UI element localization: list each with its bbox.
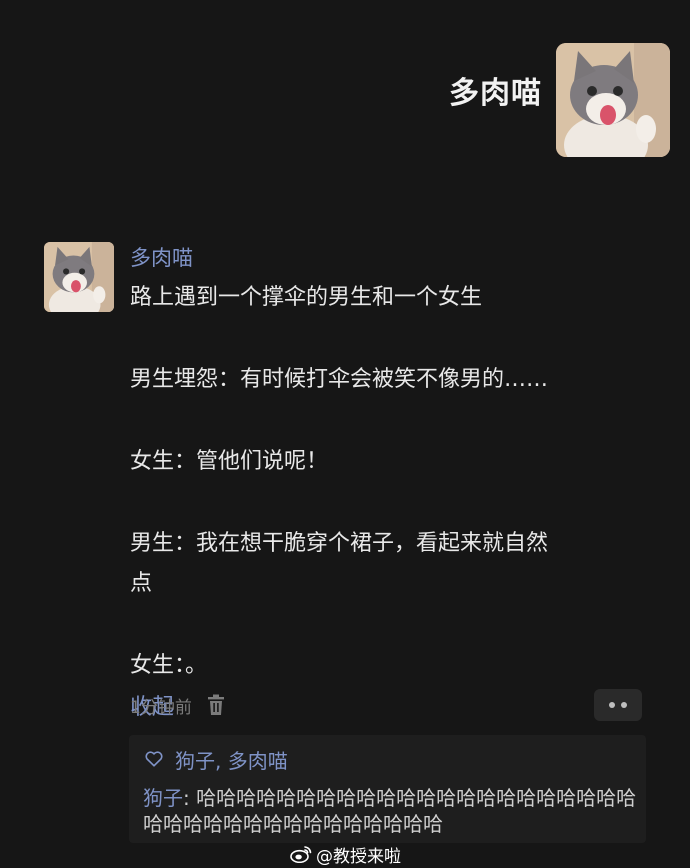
header-avatar[interactable] — [556, 43, 670, 157]
reply-separator: : — [183, 786, 197, 810]
post-author-name[interactable]: 多肉喵 — [130, 238, 650, 278]
post-line: 女生：。 — [130, 653, 208, 678]
weibo-icon — [290, 846, 312, 863]
header-username: 多肉喵 — [449, 76, 542, 111]
post-line: 路上遇到一个撑伞的男生和一个女生 — [130, 285, 483, 310]
post-line: 男生：我在想干脆穿个裙子，看起来就自然 — [130, 531, 549, 556]
cat-avatar-icon — [556, 43, 670, 157]
likes-names[interactable]: 狗子, 多肉喵 — [175, 745, 288, 774]
more-dots-icon — [621, 702, 627, 708]
cat-avatar-icon — [44, 242, 114, 312]
post-line: 女生：管他们说呢！ — [130, 449, 329, 474]
post-timestamp: 1分钟前 — [130, 697, 192, 718]
post-line: 点 — [130, 571, 153, 596]
heart-icon[interactable] — [145, 750, 163, 768]
more-options-button[interactable] — [594, 689, 642, 721]
post-author-avatar[interactable] — [44, 242, 114, 312]
post-body: 多肉喵 路上遇到一个撑伞的男生和一个女生 男生埋怨：有时候打伞会被笑不像男的……… — [130, 238, 650, 728]
watermark-text: @教授来啦 — [316, 846, 401, 867]
weibo-watermark: @教授来啦 — [290, 842, 401, 867]
post-line: 男生埋怨：有时候打伞会被笑不像男的…… — [130, 367, 549, 392]
more-dots-icon — [609, 702, 615, 708]
reply-text: 哈哈哈哈哈哈哈哈哈哈哈哈哈哈哈哈哈哈哈哈哈哈哈哈哈哈哈哈哈哈哈哈哈哈哈哈哈 — [143, 786, 637, 836]
reply-item: 狗子: 哈哈哈哈哈哈哈哈哈哈哈哈哈哈哈哈哈哈哈哈哈哈哈哈哈哈哈哈哈哈哈哈哈哈哈哈… — [143, 785, 638, 837]
trash-icon[interactable] — [206, 694, 226, 716]
post-meta: 1分钟前 — [130, 690, 226, 720]
likes-row: 狗子, 多肉喵 — [145, 745, 288, 773]
likes-and-replies: 狗子, 多肉喵 狗子: 哈哈哈哈哈哈哈哈哈哈哈哈哈哈哈哈哈哈哈哈哈哈哈哈哈哈哈哈… — [129, 735, 646, 843]
chat-header: 多肉喵 — [0, 0, 690, 180]
reply-author[interactable]: 狗子 — [143, 786, 183, 810]
